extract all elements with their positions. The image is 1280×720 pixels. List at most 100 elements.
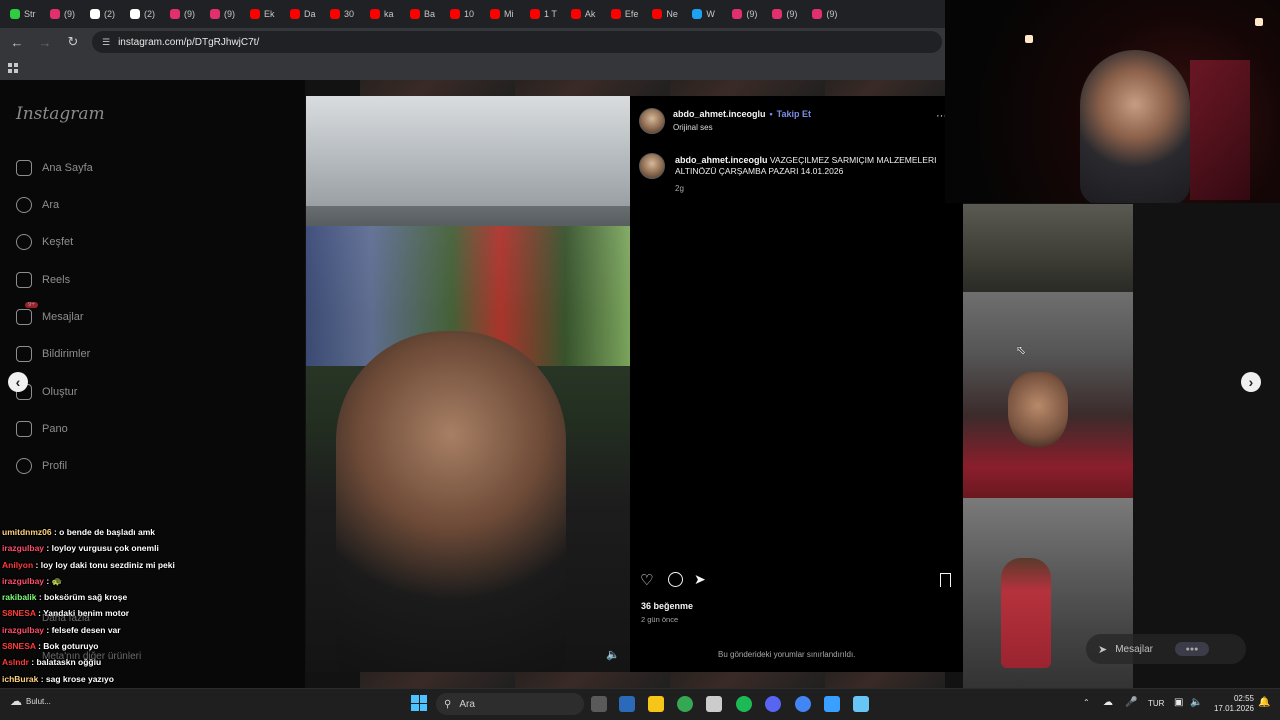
microphone-icon[interactable]: 🎤 (1125, 697, 1137, 708)
tab-favicon-icon (370, 9, 380, 19)
browser-tab[interactable]: (9) (44, 3, 82, 25)
chat-text: : loy loy daki tonu sezdiniz mi peki (33, 559, 175, 570)
apps-grid-icon[interactable] (8, 63, 18, 73)
messages-pill[interactable]: ➤ Mesajlar ●●● (1086, 634, 1246, 664)
onedrive-icon[interactable]: ☁ (1103, 697, 1113, 708)
start-button[interactable] (411, 695, 427, 711)
language-indicator[interactable]: TUR (1148, 699, 1164, 708)
audio-label[interactable]: Orijinal ses (673, 123, 713, 132)
post-details-panel: abdo_ahmet.inceoglu • Takip Et Orijinal … (630, 96, 963, 672)
sidebar-item-compass[interactable]: Keşfet (16, 234, 73, 250)
back-icon[interactable]: ← (8, 33, 26, 51)
browser-tab[interactable]: (9) (164, 3, 202, 25)
sidebar-item-dashboard[interactable]: Pano (16, 421, 68, 437)
caption-avatar[interactable] (639, 153, 665, 179)
browser-tab[interactable]: W (686, 3, 724, 25)
notepad-icon[interactable] (853, 696, 869, 712)
browser-tab[interactable]: Str (4, 3, 42, 25)
chat-text: : sag krose yazıyo (38, 673, 114, 684)
chat-username: S8NESA (2, 641, 36, 652)
file-explorer-icon[interactable] (648, 696, 664, 712)
tab-label: (9) (224, 9, 235, 19)
bookmarks-bar (0, 56, 945, 80)
browser-tab[interactable]: Ak (565, 3, 603, 25)
sidebar-item-label: Pano (42, 423, 68, 435)
chat-message: irazgulbay : felsefe desen var (2, 622, 302, 638)
browser-tab[interactable]: Efe (605, 3, 645, 25)
browser-tab[interactable]: (2) (84, 3, 122, 25)
browser-tab[interactable]: Ba (404, 3, 442, 25)
browser-tab[interactable]: 1 T (524, 3, 563, 25)
discord-icon[interactable] (765, 696, 781, 712)
mute-icon[interactable]: 🔈 (606, 648, 620, 661)
browser-tab[interactable]: Mi (484, 3, 522, 25)
browser-tab[interactable]: 30 (324, 3, 362, 25)
tab-favicon-icon (330, 9, 340, 19)
related-post-thumbnail[interactable] (963, 204, 1133, 292)
browser-tab[interactable]: (2) (124, 3, 162, 25)
save-icon[interactable] (940, 573, 951, 587)
streamer-figure (1080, 50, 1190, 203)
browser-tab[interactable]: Da (284, 3, 322, 25)
weather-label[interactable]: Bulut... (26, 697, 51, 706)
spotify-icon[interactable] (736, 696, 752, 712)
browser-tab[interactable]: Ek (244, 3, 282, 25)
author-username[interactable]: abdo_ahmet.inceoglu (673, 109, 766, 119)
like-icon[interactable]: ♡ (640, 571, 653, 589)
previous-post-button[interactable]: ‹ (8, 372, 28, 392)
app-icon[interactable] (824, 696, 840, 712)
chat-message: irazgulbay : 🐢 (2, 573, 302, 589)
address-bar[interactable]: ☰ instagram.com/p/DTgRJhwjC7t/ (92, 31, 942, 53)
sidebar-item-messenger[interactable]: 9+ Mesajlar (16, 302, 84, 325)
sidebar-item-heart[interactable]: Bildirimler (16, 346, 90, 362)
background-post-tile (515, 672, 670, 688)
browser-tab[interactable]: (9) (806, 3, 844, 25)
tab-favicon-icon (610, 9, 621, 19)
forward-icon[interactable]: → (36, 33, 54, 51)
clock-time[interactable]: 02:55 (1210, 694, 1254, 704)
widgets-icon[interactable] (619, 696, 635, 712)
clock-date[interactable]: 17.01.2026 (1210, 704, 1254, 714)
tab-favicon-icon (410, 9, 420, 19)
author-avatar[interactable] (639, 108, 665, 134)
post-video[interactable]: 🔈 (306, 96, 630, 672)
network-icon[interactable]: ▣ (1174, 697, 1183, 708)
next-post-button[interactable]: › (1241, 372, 1261, 392)
tab-label: 10 (464, 9, 475, 19)
site-info-icon[interactable]: ☰ (102, 37, 110, 48)
weather-icon[interactable]: ☁ (10, 694, 22, 708)
browser-tab[interactable]: 10 (444, 3, 482, 25)
instagram-logo[interactable]: Instagram (16, 104, 105, 124)
browser-tab[interactable]: (9) (726, 3, 764, 25)
chrome-profile-icon[interactable] (795, 696, 811, 712)
follow-button[interactable]: Takip Et (777, 109, 811, 119)
reload-icon[interactable]: ↻ (64, 33, 82, 51)
task-view-icon[interactable] (591, 696, 607, 712)
related-post-thumbnail[interactable] (963, 292, 1133, 498)
chat-message: ichBurak : sag krose yazıyo (2, 671, 302, 687)
browser-tab[interactable]: ka (364, 3, 402, 25)
more-menu-label[interactable]: Daha fazla (42, 613, 90, 624)
share-icon[interactable]: ➤ (694, 571, 706, 588)
likes-count[interactable]: 36 beğenme (641, 601, 693, 611)
person-face-shape (1008, 372, 1068, 447)
tab-label: Ek (264, 9, 275, 19)
comment-icon[interactable] (668, 572, 683, 587)
tray-overflow-icon[interactable]: ⌃ (1083, 698, 1090, 707)
sidebar-item-search[interactable]: Ara (16, 197, 59, 213)
sidebar-item-reels[interactable]: Reels (16, 272, 70, 288)
sidebar-item-home[interactable]: Ana Sayfa (16, 160, 93, 176)
browser-tab[interactable]: (9) (766, 3, 804, 25)
obs-icon[interactable] (706, 696, 722, 712)
meta-products-label[interactable]: Meta'nın diğer ürünleri (42, 651, 141, 662)
messages-avatars: ●●● (1175, 642, 1210, 656)
notifications-icon[interactable]: 🔔 (1258, 697, 1270, 708)
browser-tab[interactable]: (9) (204, 3, 242, 25)
taskbar-search[interactable]: ⚲ Ara (436, 693, 584, 715)
browser-tab[interactable]: Ne (646, 3, 684, 25)
tab-label: Ne (666, 9, 678, 19)
sidebar-item-profile[interactable]: Profil (16, 458, 67, 474)
volume-icon[interactable]: 🔈 (1190, 697, 1202, 708)
caption-username[interactable]: abdo_ahmet.inceoglu (675, 155, 768, 165)
chrome-icon[interactable] (677, 696, 693, 712)
